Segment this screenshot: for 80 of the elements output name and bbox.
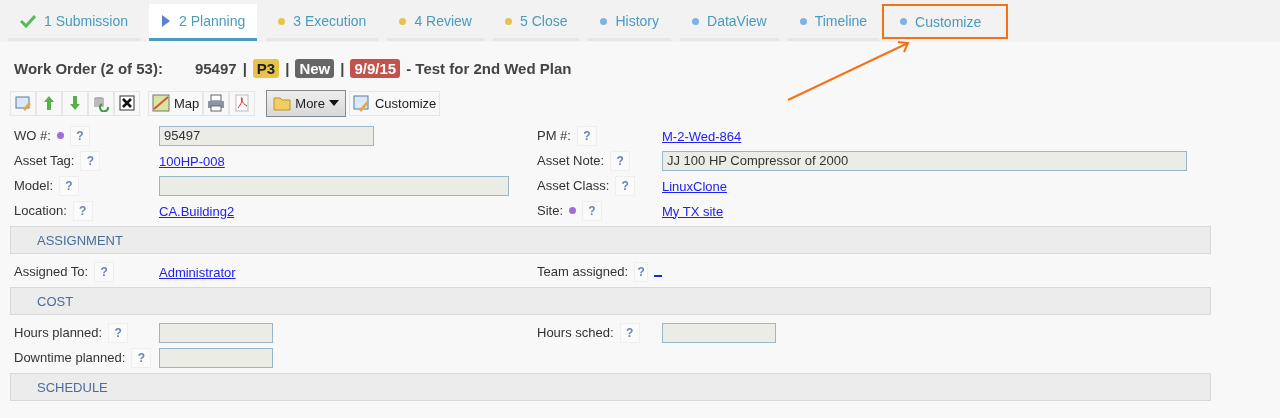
section-header: COST [10, 287, 1211, 315]
field-label: PM #: [537, 128, 571, 143]
toolbar-button[interactable]: Customize [348, 90, 441, 116]
help-button[interactable]: ? [582, 200, 602, 221]
help-button[interactable]: ? [576, 125, 597, 146]
help-button[interactable]: ? [72, 200, 93, 221]
field-label: Location: [14, 203, 67, 218]
help-button[interactable]: ? [619, 322, 640, 343]
help-button[interactable]: ? [80, 150, 101, 171]
help-button[interactable]: ? [108, 322, 129, 343]
help-button[interactable]: ? [94, 261, 115, 282]
field-label: Downtime planned: [14, 350, 126, 365]
separator: | [285, 59, 290, 77]
caret-icon [328, 100, 339, 106]
field-label: Asset Note: [537, 153, 605, 168]
play-icon [161, 14, 172, 28]
tab[interactable]: 4 Review [387, 4, 484, 41]
edit-icon [14, 94, 32, 112]
help-button[interactable]: ? [610, 150, 631, 171]
status-dot-icon [692, 17, 699, 25]
field-label: Asset Class: [537, 178, 610, 193]
value-link[interactable]: LinuxClone [662, 178, 728, 194]
toolbar-icon-button[interactable] [114, 90, 140, 116]
status-dot-icon [505, 17, 512, 25]
map-icon [152, 94, 170, 112]
database-refresh-icon [92, 94, 110, 112]
input-field[interactable]: JJ 100 HP Compressor of 2000 [662, 150, 1187, 171]
value-link[interactable]: Administrator [159, 264, 236, 280]
pdf-icon [233, 94, 252, 112]
value-link[interactable]: 100HP-008 [159, 153, 225, 169]
status-dot-icon [900, 18, 908, 25]
tab[interactable]: 2 Planning [149, 4, 258, 41]
toolbar-button[interactable]: Map [148, 90, 204, 116]
field-label: Model: [14, 178, 54, 193]
order-description: - Test for 2nd Wed Plan [406, 59, 572, 77]
field-label: Assigned To: [14, 264, 89, 279]
more-dropdown[interactable]: More [266, 89, 346, 117]
section-header: SCHEDULE [10, 373, 1211, 401]
folder-icon [273, 94, 292, 112]
field-label: WO #: [14, 128, 51, 143]
tab[interactable]: Timeline [787, 4, 880, 41]
status-dot-icon [600, 17, 608, 25]
tab[interactable]: DataView [680, 4, 779, 41]
field-label: Site: [537, 203, 563, 218]
separator: | [242, 59, 247, 77]
separator: | [340, 59, 345, 77]
close-icon [118, 94, 136, 112]
input-field[interactable] [159, 322, 273, 343]
help-button[interactable]: ? [59, 175, 80, 196]
field-label: Team assigned: [537, 264, 629, 279]
status-dot-icon [799, 17, 807, 25]
status-dot-icon [278, 17, 286, 25]
section-header: ASSIGNMENT [10, 226, 1211, 254]
input-field[interactable] [662, 322, 776, 343]
status-badge: 9/9/15 [350, 58, 401, 78]
field-label: Asset Tag: [14, 153, 75, 168]
printer-icon [207, 94, 226, 112]
tab[interactable]: 3 Execution [266, 4, 379, 41]
check-icon [20, 14, 36, 28]
field-label: Hours planned: [14, 325, 103, 340]
help-button[interactable]: ? [634, 261, 649, 282]
input-field[interactable] [159, 175, 509, 196]
tab[interactable]: 1 Submission [8, 4, 141, 41]
input-field[interactable] [159, 347, 273, 368]
value-link[interactable]: CA.Building2 [159, 203, 235, 219]
input-field[interactable]: 95497 [159, 125, 374, 146]
status-badge: P3 [252, 58, 280, 78]
order-number: 95497 [194, 59, 237, 77]
value-link[interactable]: My TX site [662, 203, 724, 219]
status-dot-icon [399, 17, 407, 25]
tab[interactable]: 5 Close [493, 4, 580, 41]
help-button[interactable]: ? [69, 125, 90, 146]
value-link[interactable]: M-2-Wed-864 [662, 128, 742, 144]
field-label: Hours sched: [537, 325, 614, 340]
page-title: Work Order (2 of 53): [14, 59, 163, 77]
status-badge: New [295, 58, 335, 78]
help-button[interactable]: ? [131, 347, 152, 368]
tab[interactable]: History [588, 4, 671, 41]
help-button[interactable]: ? [615, 175, 636, 196]
form-edit-icon [352, 94, 371, 112]
